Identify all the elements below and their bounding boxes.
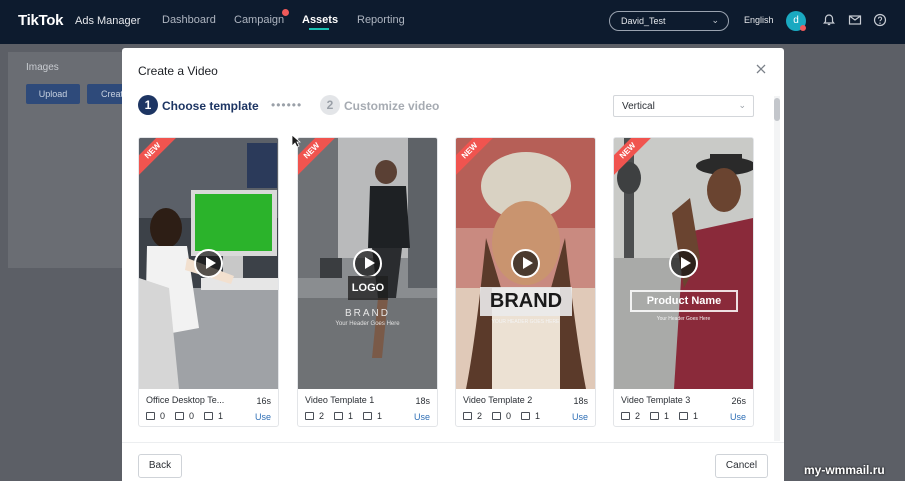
- campaign-badge: [282, 9, 289, 16]
- text-icon: [146, 412, 155, 420]
- upload-button[interactable]: Upload: [26, 84, 80, 104]
- watermark-text: my-wmmail.ru: [804, 463, 885, 477]
- template-card[interactable]: NEW BRAND YOUR HEADER GOES HERE Video Te…: [455, 137, 596, 427]
- step-2-number: 2: [320, 95, 340, 115]
- play-icon[interactable]: [353, 249, 382, 278]
- bell-icon[interactable]: [822, 13, 836, 27]
- scrollbar-thumb[interactable]: [774, 98, 780, 121]
- video-icon: [363, 412, 373, 420]
- chevron-down-icon: ⌄: [738, 100, 746, 110]
- template-stats: 0 0 1: [146, 411, 228, 421]
- tiktok-logo[interactable]: TikTok: [18, 12, 63, 29]
- account-selector[interactable]: David_Test ⌄: [609, 11, 729, 31]
- template-name: Video Template 2: [463, 395, 533, 405]
- nav-assets[interactable]: Assets: [302, 14, 338, 26]
- brand-text: BRAND: [344, 308, 390, 319]
- language-selector[interactable]: English: [744, 15, 774, 25]
- mail-icon[interactable]: [848, 13, 862, 27]
- video-count: 1: [218, 411, 224, 421]
- images-section-title: Images: [26, 62, 59, 73]
- text-count: 2: [635, 411, 641, 421]
- image-count: 1: [664, 411, 670, 421]
- create-video-modal: Create a Video 1 Choose template •••••• …: [122, 48, 784, 481]
- template-duration: 16s: [256, 396, 271, 406]
- image-icon: [650, 412, 660, 420]
- use-template-link[interactable]: Use: [255, 412, 271, 422]
- account-name: David_Test: [621, 16, 666, 26]
- template-duration: 18s: [573, 396, 588, 406]
- active-tab-indicator: [309, 28, 329, 30]
- video-count: 1: [535, 411, 541, 421]
- play-icon[interactable]: [669, 249, 698, 278]
- avatar-status-dot: [800, 25, 806, 31]
- nav-dashboard[interactable]: Dashboard: [162, 14, 216, 26]
- step-2-label: Customize video: [344, 99, 440, 113]
- top-nav-bar: TikTok Ads Manager Dashboard Campaign As…: [0, 0, 905, 44]
- mouse-cursor-icon: [291, 134, 301, 148]
- template-thumbnail[interactable]: NEW: [139, 138, 278, 389]
- image-icon: [334, 412, 344, 420]
- cancel-button[interactable]: Cancel: [715, 454, 768, 478]
- use-template-link[interactable]: Use: [572, 412, 588, 422]
- video-icon: [679, 412, 689, 420]
- text-count: 2: [319, 411, 325, 421]
- video-count: 1: [377, 411, 383, 421]
- brand-text: BRAND: [480, 287, 572, 316]
- play-icon[interactable]: [511, 249, 540, 278]
- step-connector: ••••••: [271, 98, 303, 112]
- footer-divider: [122, 442, 784, 443]
- template-card[interactable]: NEW Office Desktop Te... 16s 0 0 1 Use: [138, 137, 279, 427]
- use-template-link[interactable]: Use: [414, 412, 430, 422]
- image-count: 0: [506, 411, 512, 421]
- template-stats: 2 1 1: [621, 411, 703, 421]
- play-icon[interactable]: [194, 249, 223, 278]
- create-button[interactable]: Create: [87, 84, 127, 104]
- back-button[interactable]: Back: [138, 454, 182, 478]
- template-stats: 2 1 1: [305, 411, 387, 421]
- template-duration: 26s: [731, 396, 746, 406]
- scrollbar-track[interactable]: [774, 96, 780, 441]
- video-count: 1: [693, 411, 699, 421]
- template-thumbnail[interactable]: NEW LOGO BRAND Your Header Goes Here: [298, 138, 437, 389]
- video-icon: [204, 412, 214, 420]
- orientation-select[interactable]: Vertical ⌄: [613, 95, 754, 117]
- step-1-label: Choose template: [162, 99, 259, 113]
- chevron-down-icon: ⌄: [711, 15, 719, 25]
- text-count: 0: [160, 411, 166, 421]
- nav-reporting[interactable]: Reporting: [357, 14, 405, 26]
- image-count: 1: [348, 411, 354, 421]
- use-template-link[interactable]: Use: [730, 412, 746, 422]
- close-icon[interactable]: [754, 62, 768, 76]
- text-count: 2: [477, 411, 483, 421]
- header-subtitle: Your Header Goes Here: [656, 316, 711, 322]
- text-icon: [463, 412, 472, 420]
- template-name: Office Desktop Te...: [146, 395, 225, 405]
- image-icon: [492, 412, 502, 420]
- template-card[interactable]: NEW Product Name Your Header Goes Here V…: [613, 137, 754, 427]
- template-thumbnail[interactable]: NEW Product Name Your Header Goes Here: [614, 138, 753, 389]
- video-icon: [521, 412, 531, 420]
- template-card[interactable]: NEW LOGO BRAND Your Header Goes Here Vid…: [297, 137, 438, 427]
- template-name: Video Template 3: [621, 395, 691, 405]
- orientation-value: Vertical: [622, 101, 655, 112]
- header-subtitle: YOUR HEADER GOES HERE: [491, 319, 560, 325]
- template-name: Video Template 1: [305, 395, 375, 405]
- image-icon: [175, 412, 185, 420]
- image-count: 0: [189, 411, 195, 421]
- step-1-number: 1: [138, 95, 158, 115]
- logo-placeholder: LOGO: [348, 276, 388, 300]
- template-stats: 2 0 1: [463, 411, 545, 421]
- template-duration: 18s: [415, 396, 430, 406]
- ads-manager-label: Ads Manager: [75, 15, 141, 27]
- header-subtitle: Your Header Goes Here: [335, 321, 400, 327]
- template-thumbnail[interactable]: NEW BRAND YOUR HEADER GOES HERE: [456, 138, 595, 389]
- text-icon: [621, 412, 630, 420]
- help-icon[interactable]: [873, 13, 887, 27]
- product-name-text: Product Name: [630, 290, 738, 312]
- text-icon: [305, 412, 314, 420]
- nav-campaign[interactable]: Campaign: [234, 14, 284, 26]
- modal-title: Create a Video: [138, 64, 218, 78]
